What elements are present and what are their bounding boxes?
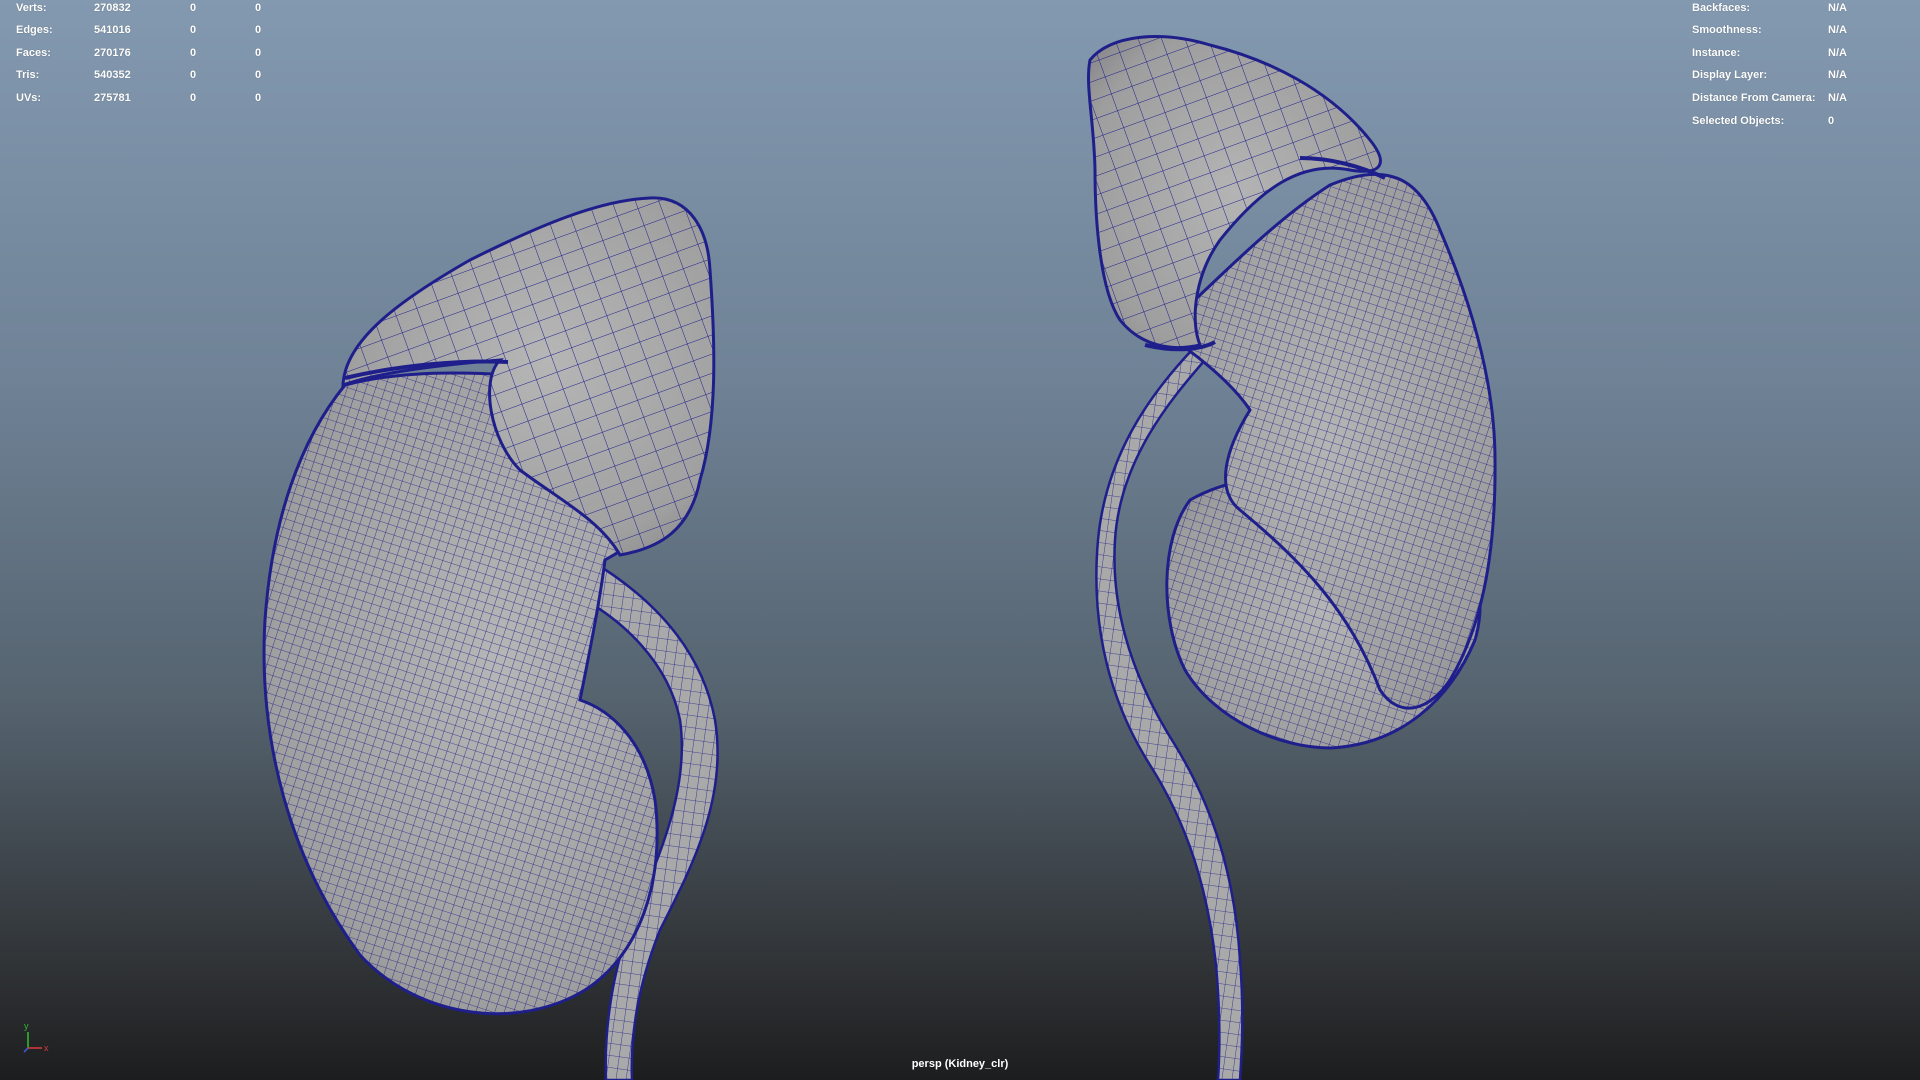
hud-value: 270832: [94, 2, 131, 14]
hud-value: 541016: [94, 24, 131, 36]
hud-value: 275781: [94, 92, 131, 104]
hud-value: 0: [255, 92, 262, 104]
hud-value: 0: [190, 92, 197, 104]
kidney-back-view[interactable]: [1087, 35, 1497, 1080]
kidney-front-view[interactable]: [262, 196, 719, 1080]
hud-label: Display Layer:: [1692, 69, 1768, 81]
hud-row-display-layer: Display Layer: N/A: [1692, 68, 1912, 82]
hud-label: Faces:: [16, 47, 51, 59]
hud-value: N/A: [1828, 24, 1847, 36]
hud-value: N/A: [1828, 2, 1847, 14]
axis-x-label: x: [44, 1043, 49, 1053]
axis-y-label: y: [24, 1021, 29, 1031]
hud-value: 0: [1828, 115, 1835, 127]
hud-row-edges: Edges: 541016 0 0: [16, 23, 276, 37]
hud-row-distance-from-camera: Distance From Camera: N/A: [1692, 91, 1912, 105]
hud-label: Smoothness:: [1692, 24, 1762, 36]
hud-value: 0: [190, 69, 197, 81]
hud-row-selected-objects: Selected Objects: 0: [1692, 114, 1912, 128]
hud-row-uvs: UVs: 275781 0 0: [16, 91, 276, 105]
hud-value: 0: [190, 47, 197, 59]
hud-row-backfaces: Backfaces: N/A: [1692, 1, 1912, 15]
hud-row-faces: Faces: 270176 0 0: [16, 46, 276, 60]
hud-row-verts: Verts: 270832 0 0: [16, 1, 276, 15]
hud-value: 0: [255, 2, 262, 14]
hud-value: 0: [190, 24, 197, 36]
hud-value: 0: [255, 69, 262, 81]
perspective-viewport[interactable]: Verts: 270832 0 0 Edges: 541016 0 0 Face…: [0, 0, 1920, 1080]
hud-value: 0: [255, 47, 262, 59]
hud-label: Backfaces:: [1692, 2, 1751, 14]
hud-label: Distance From Camera:: [1692, 92, 1816, 104]
hud-label: Instance:: [1692, 47, 1741, 59]
hud-value: 0: [255, 24, 262, 36]
hud-label: Tris:: [16, 69, 40, 81]
hud-row-tris: Tris: 540352 0 0: [16, 68, 276, 82]
hud-label: UVs:: [16, 92, 42, 104]
hud-value: 0: [190, 2, 197, 14]
camera-name-label: persp (Kidney_clr): [911, 1058, 1009, 1070]
hud-label: Selected Objects:: [1692, 115, 1785, 127]
axis-gizmo-icon: y x: [23, 1021, 49, 1053]
hud-label: Edges:: [16, 24, 53, 36]
hud-value: 270176: [94, 47, 131, 59]
hud-label: Verts:: [16, 2, 47, 14]
hud-value: N/A: [1828, 47, 1847, 59]
hud-value: N/A: [1828, 92, 1847, 104]
hud-value: N/A: [1828, 69, 1847, 81]
hud-row-smoothness: Smoothness: N/A: [1692, 23, 1912, 37]
viewport-scene[interactable]: [0, 0, 1920, 1080]
hud-row-instance: Instance: N/A: [1692, 46, 1912, 60]
hud-value: 540352: [94, 69, 131, 81]
